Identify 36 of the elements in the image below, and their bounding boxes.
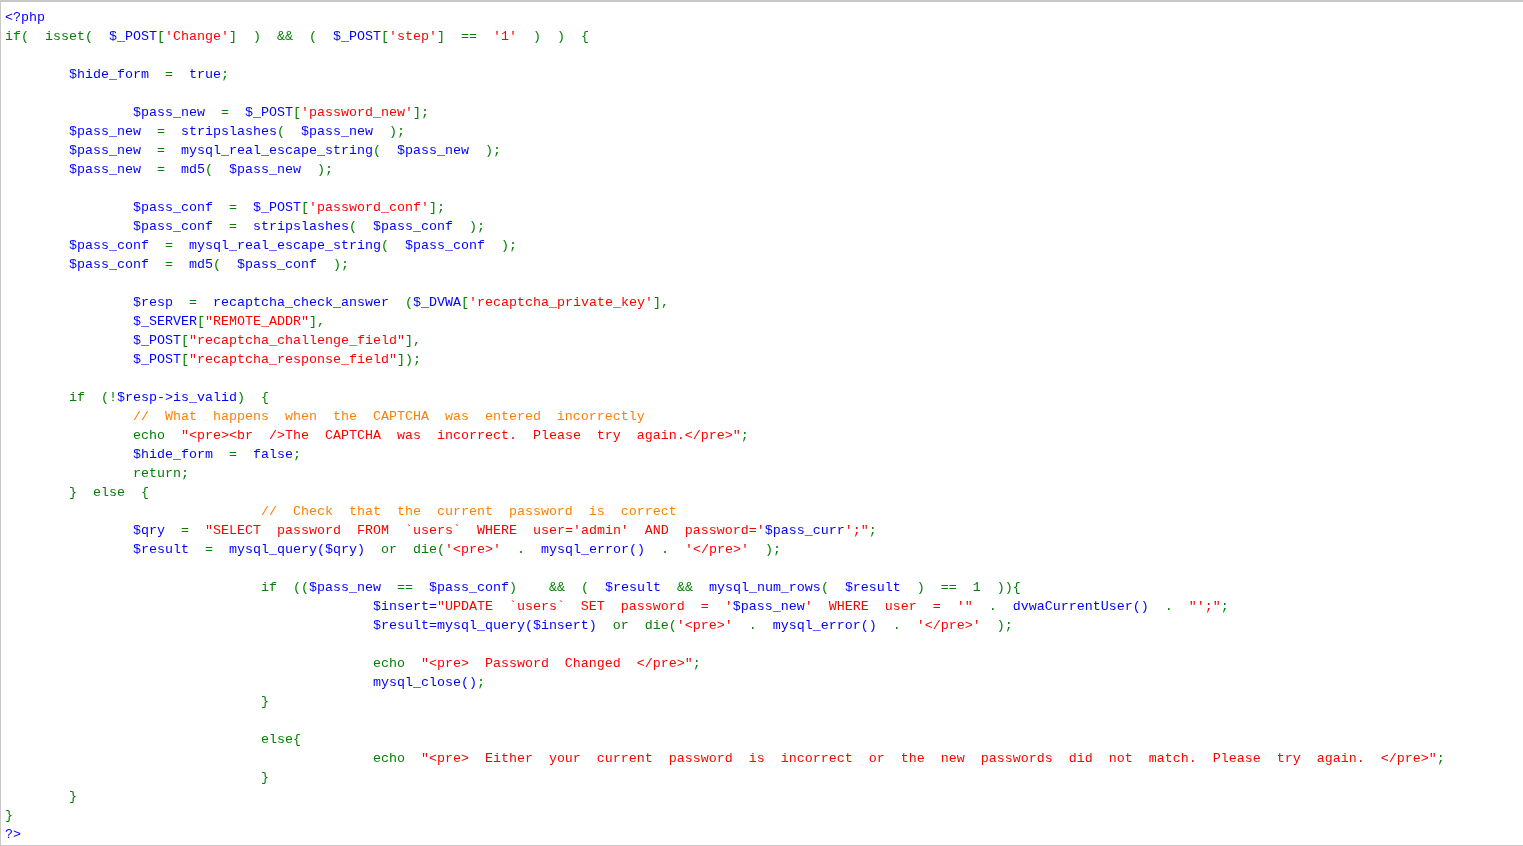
code-line: $pass_new = md5( $pass_new ); [68,161,333,179]
code-line: } [259,693,269,711]
code-line: else{ [259,731,301,749]
code-line: $_SERVER["REMOTE_ADDR"], [131,313,325,331]
code-line: $insert="UPDATE `users` SET password = '$pass_new' WHERE user = '" . dvwaCurrentUser() . "';"; [371,598,1229,616]
code-line: $qry = "SELECT password FROM `users` WHERE user='admin' AND password='$pass_curr';"; [131,522,877,540]
code-line: $pass_new = mysql_real_escape_string( $pass_new ); [68,142,501,160]
code-comment: // What happens when the CAPTCHA was entered incorrectly [131,408,645,426]
code-line: } [5,807,13,825]
code-line: mysql_close(); [371,674,485,692]
code-line: if (($pass_new == $pass_conf) && ( $result && mysql_num_rows( $result ) == 1 )){ [259,579,1021,597]
code-line: $pass_conf = mysql_real_escape_string( $pass_conf ); [68,237,517,255]
code-comment: // Check that the current password is correct [259,503,677,521]
code-line: $result = mysql_query($qry) or die('<pre>' . mysql_error() . '</pre>' ); [131,541,781,559]
code-line: $pass_new = $_POST['password_new']; [131,104,429,122]
code-line: $hide_form = false; [131,446,301,464]
code-line: $_POST["recaptcha_challenge_field"], [131,332,421,350]
code-line: } else { [68,484,149,502]
code-line: $hide_form = true; [68,66,229,84]
code-line: $result=mysql_query($insert) or die('<pre>' . mysql_error() . '</pre>' ); [371,617,1013,635]
code-line: $pass_conf = md5( $pass_conf ); [68,256,349,274]
code-line: echo "<pre> Password Changed </pre>"; [371,655,701,673]
code-line: echo "<pre> Either your current password is incorrect or the new passwords did not match. Please try again. </pre>"; [371,750,1445,768]
code-line: $_POST["recaptcha_response_field"]); [131,351,421,369]
code-line: $resp = recaptcha_check_answer ($_DVWA['recaptcha_private_key'], [131,294,669,312]
code-line: $pass_conf = stripslashes( $pass_conf ); [131,218,485,236]
code-line: } [259,769,269,787]
code-line: ?> [5,826,21,844]
code-line: if (!$resp->is_valid) { [68,389,269,407]
code-line: } [68,788,77,806]
code-line: <?php [5,9,45,27]
code-line: $pass_new = stripslashes( $pass_new ); [68,123,405,141]
code-line: return; [131,465,189,483]
code-line: $pass_conf = $_POST['password_conf']; [131,199,445,217]
code-line: echo "<pre><br />The CAPTCHA was incorrect. Please try again.</pre>"; [131,427,749,445]
code-line: if( isset( $_POST['Change'] ) && ( $_POST['step'] == '1' ) ) { [5,28,589,46]
